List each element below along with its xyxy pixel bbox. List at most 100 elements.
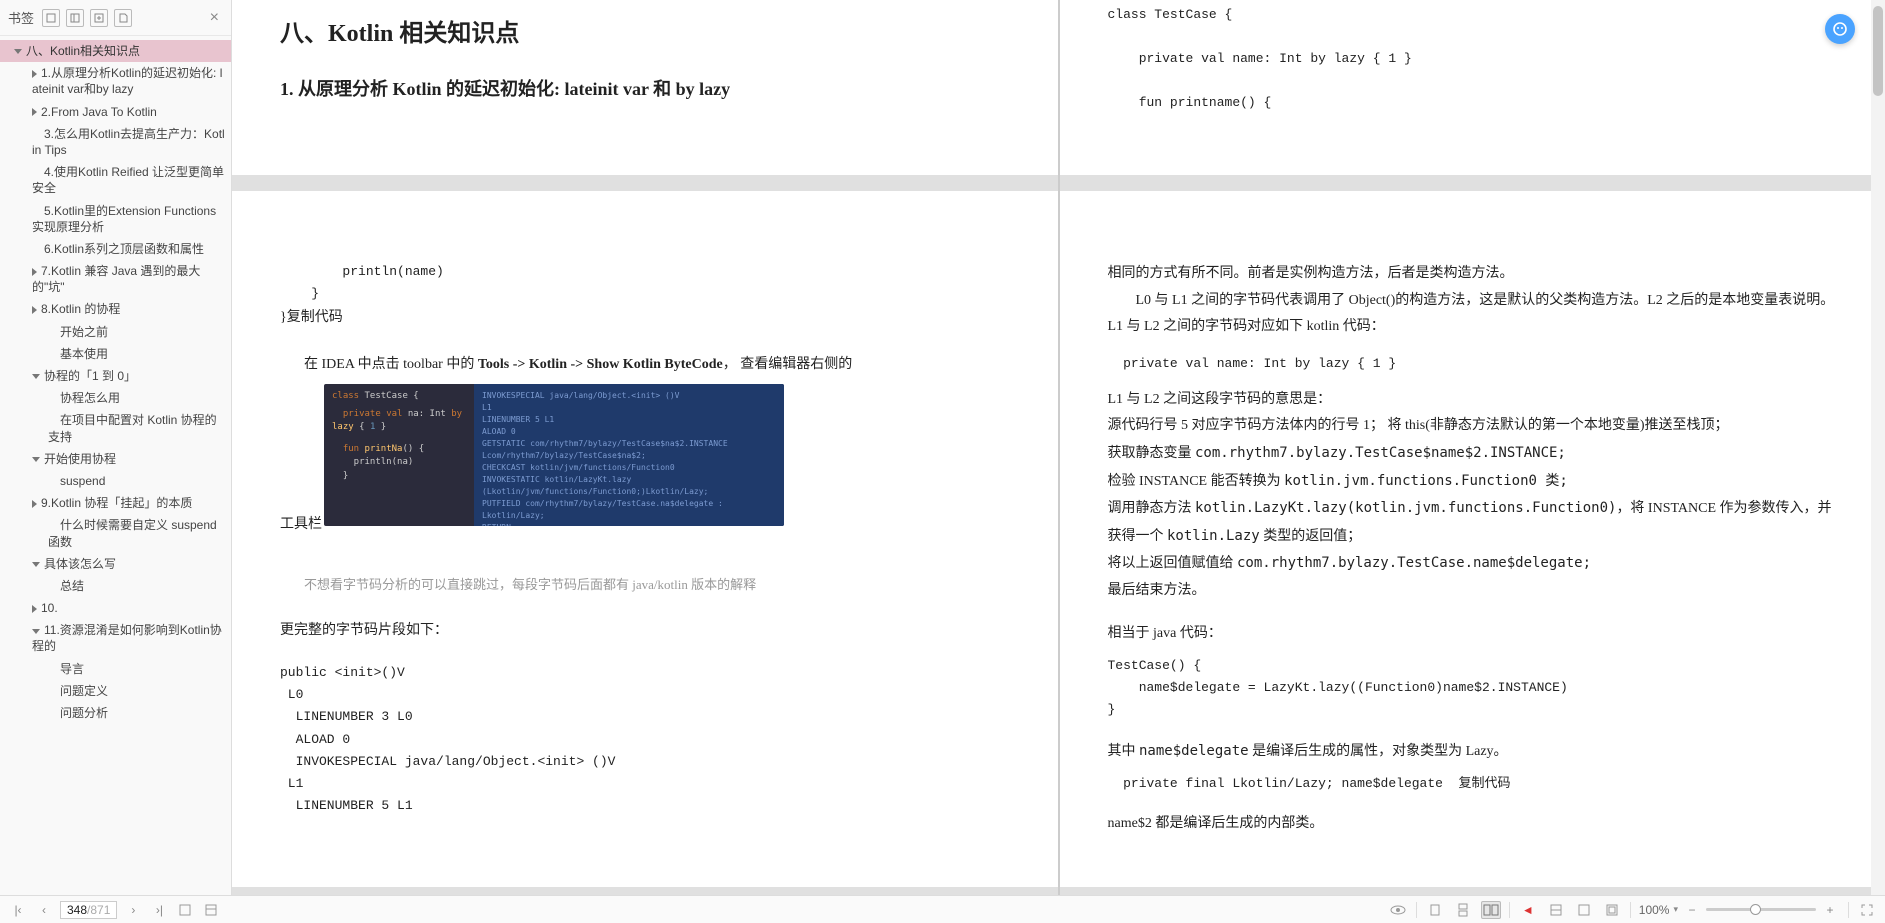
expand-down-icon[interactable]: [14, 49, 22, 54]
vertical-scrollbar[interactable]: [1871, 0, 1885, 895]
bookmark-item[interactable]: 5.Kotlin里的Extension Functions实现原理分析: [0, 200, 231, 238]
bookmark-label: 具体该怎么写: [44, 557, 116, 571]
fullscreen-icon[interactable]: [1857, 901, 1877, 919]
expand-right-icon[interactable]: [32, 268, 37, 276]
bookmark-item[interactable]: 具体该怎么写: [0, 553, 231, 575]
code-inline: private final Lkotlin/Lazy; name$delegat…: [1108, 773, 1838, 795]
fit-page-icon[interactable]: [1574, 901, 1594, 919]
code-block: TestCase() { name$delegate = LazyKt.lazy…: [1108, 655, 1838, 721]
sidebar-tool-4-icon[interactable]: [114, 9, 132, 27]
assistant-fab-icon[interactable]: [1825, 14, 1855, 44]
bookmarks-sidebar: 书签 × 八、Kotlin相关知识点1.从原理分析Kotlin的延迟初始化: l…: [0, 0, 232, 895]
bookmark-item[interactable]: 问题定义: [0, 680, 231, 702]
bookmark-item[interactable]: 11.资源混淆是如何影响到Kotlin协程的: [0, 619, 231, 657]
spacer-icon: [48, 478, 56, 486]
zoom-slider-knob[interactable]: [1750, 904, 1761, 915]
page-left-top: 八、Kotlin 相关知识点 1. 从原理分析 Kotlin 的延迟初始化: l…: [232, 0, 1058, 175]
spacer-icon: [48, 583, 56, 591]
document-viewport: 八、Kotlin 相关知识点 1. 从原理分析 Kotlin 的延迟初始化: l…: [232, 0, 1885, 895]
expand-down-icon[interactable]: [32, 562, 40, 567]
bookmark-item[interactable]: 八、Kotlin相关知识点: [0, 40, 231, 62]
bytecode-screenshot: class TestCase { private val na: Int by …: [324, 384, 784, 526]
bookmark-label: 八、Kotlin相关知识点: [26, 44, 140, 58]
page-number-input[interactable]: 348/871: [60, 901, 117, 919]
expand-right-icon[interactable]: [32, 108, 37, 116]
scrollbar-thumb[interactable]: [1873, 6, 1883, 96]
first-page-icon[interactable]: |‹: [8, 900, 28, 920]
page-mode-icon[interactable]: [175, 900, 195, 920]
bookmark-label: 协程怎么用: [60, 391, 120, 405]
bookmark-item[interactable]: 开始之前: [0, 321, 231, 343]
expand-right-icon[interactable]: [32, 306, 37, 314]
expand-down-icon[interactable]: [32, 629, 40, 634]
paragraph: 获取静态变量 com.rhythm7.bylazy.TestCase$name$…: [1108, 440, 1838, 468]
bookmark-item[interactable]: 2.From Java To Kotlin: [0, 101, 231, 123]
bookmark-item[interactable]: 7.Kotlin 兼容 Java 遇到的最大的"坑": [0, 260, 231, 298]
view-two-page-icon[interactable]: [1481, 901, 1501, 919]
paragraph: name$2 都是编译后生成的内部类。: [1108, 811, 1838, 838]
bookmark-label: 问题定义: [60, 684, 108, 698]
bookmark-item[interactable]: 在项目中配置对 Kotlin 协程的支持: [0, 409, 231, 447]
expand-right-icon[interactable]: [32, 605, 37, 613]
paragraph: 将以上返回值赋值给 com.rhythm7.bylazy.TestCase.na…: [1108, 550, 1838, 578]
expand-right-icon[interactable]: [32, 500, 37, 508]
bookmark-item[interactable]: 导言: [0, 658, 231, 680]
bookmark-label: 开始使用协程: [44, 452, 116, 466]
eye-icon[interactable]: [1388, 901, 1408, 919]
zoom-in-icon[interactable]: +: [1820, 901, 1840, 919]
paragraph: L1 与 L2 之间这段字节码的意思是：: [1108, 387, 1838, 414]
expand-down-icon[interactable]: [32, 374, 40, 379]
bookmark-item[interactable]: 开始使用协程: [0, 448, 231, 470]
bookmark-item[interactable]: 6.Kotlin系列之顶层函数和属性: [0, 238, 231, 260]
bookmark-label: 4.使用Kotlin Reified 让泛型更简单安全: [32, 165, 224, 195]
bookmark-label: 3.怎么用Kotlin去提高生产力：Kotlin Tips: [32, 127, 225, 157]
bookmark-item[interactable]: 4.使用Kotlin Reified 让泛型更简单安全: [0, 161, 231, 199]
spacer-icon: [32, 246, 40, 254]
spacer-icon: [48, 351, 56, 359]
view-single-icon[interactable]: [1425, 901, 1445, 919]
next-page-icon[interactable]: ›: [123, 900, 143, 920]
paragraph: 相当于 java 代码：: [1108, 621, 1838, 648]
bookmark-item[interactable]: 协程怎么用: [0, 387, 231, 409]
bookmark-label: 6.Kotlin系列之顶层函数和属性: [44, 242, 204, 256]
sidebar-tool-3-icon[interactable]: [90, 9, 108, 27]
zoom-level[interactable]: 100%: [1639, 903, 1670, 917]
bookmark-item[interactable]: 9.Kotlin 协程「挂起」的本质: [0, 492, 231, 514]
last-page-icon[interactable]: ›|: [149, 900, 169, 920]
view-continuous-icon[interactable]: [1453, 901, 1473, 919]
bookmark-item[interactable]: 1.从原理分析Kotlin的延迟初始化: lateinit var和by laz…: [0, 62, 231, 100]
expand-right-icon[interactable]: [32, 70, 37, 78]
bookmark-tree[interactable]: 八、Kotlin相关知识点 1.从原理分析Kotlin的延迟初始化: latein…: [0, 36, 231, 895]
bookmark-item[interactable]: 协程的「1 到 0」: [0, 365, 231, 387]
spacer-icon: [48, 395, 56, 403]
zoom-dropdown-icon[interactable]: ▾: [1673, 904, 1678, 915]
sidebar-tool-1-icon[interactable]: [42, 9, 60, 27]
spacer-icon: [32, 169, 40, 177]
sidebar-tool-2-icon[interactable]: [66, 9, 84, 27]
spacer-icon: [32, 131, 40, 139]
prev-page-icon[interactable]: ‹: [34, 900, 54, 920]
bookmark-label: 7.Kotlin 兼容 Java 遇到的最大的"坑": [32, 264, 200, 294]
bookmark-label: 11.资源混淆是如何影响到Kotlin协程的: [32, 623, 222, 653]
paragraph: 最后结束方法。: [1108, 578, 1838, 605]
bookmark-label: 1.从原理分析Kotlin的延迟初始化: lateinit var和by laz…: [32, 66, 222, 96]
bookmark-item[interactable]: 基本使用: [0, 343, 231, 365]
fit-width-icon[interactable]: [1546, 901, 1566, 919]
bookmark-item[interactable]: 10.: [0, 597, 231, 619]
zoom-slider[interactable]: [1706, 908, 1816, 911]
bookmark-label: 9.Kotlin 协程「挂起」的本质: [41, 496, 192, 510]
expand-down-icon[interactable]: [32, 457, 40, 462]
bookmark-item[interactable]: 3.怎么用Kotlin去提高生产力：Kotlin Tips: [0, 123, 231, 161]
page-tool-icon[interactable]: [201, 900, 221, 920]
bookmark-item[interactable]: 问题分析: [0, 702, 231, 724]
bookmark-item[interactable]: 8.Kotlin 的协程: [0, 298, 231, 320]
rotate-left-icon[interactable]: ◄: [1518, 901, 1538, 919]
bookmark-item[interactable]: 总结: [0, 575, 231, 597]
fit-visible-icon[interactable]: [1602, 901, 1622, 919]
bookmark-label: 10.: [41, 601, 58, 615]
sidebar-close-icon[interactable]: ×: [206, 9, 223, 27]
zoom-out-icon[interactable]: −: [1682, 901, 1702, 919]
bookmark-item[interactable]: 什么时候需要自定义 suspend 函数: [0, 514, 231, 552]
bookmark-item[interactable]: suspend: [0, 470, 231, 492]
spacer-icon: [48, 328, 56, 336]
